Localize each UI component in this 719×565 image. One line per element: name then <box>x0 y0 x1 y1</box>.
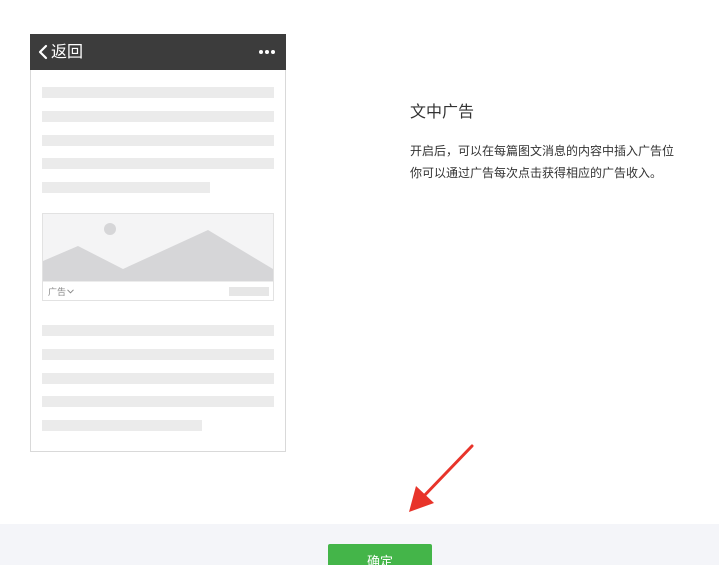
text-placeholder-line <box>42 87 274 98</box>
chevron-left-icon <box>38 44 48 60</box>
red-arrow-icon <box>409 444 474 512</box>
text-placeholder-line <box>42 111 274 122</box>
back-button[interactable]: 返回 <box>38 34 83 70</box>
text-placeholder-line <box>42 396 274 407</box>
description-line: 开启后，可以在每篇图文消息的内容中插入广告位 <box>410 144 675 158</box>
phone-preview: 返回 广告 <box>30 34 286 452</box>
text-placeholder-line <box>42 349 274 360</box>
feature-title: 文中广告 <box>410 102 475 121</box>
text-placeholder-line <box>42 373 274 384</box>
feature-description: 开启后，可以在每篇图文消息的内容中插入广告位 你可以通过广告每次点击获得相应的广… <box>410 140 674 184</box>
description-line: 你可以通过广告每次点击获得相应的广告收入。 <box>410 166 663 180</box>
more-button[interactable] <box>258 34 276 70</box>
text-placeholder-line <box>42 325 274 336</box>
ad-card: 广告 <box>42 213 274 301</box>
ad-settings-dialog: 返回 广告 文中广告 开启后，可以在每篇图文消息的内容中插入广告位 你可以通过广… <box>0 0 719 565</box>
ad-label-dropdown[interactable]: 广告 <box>48 285 74 298</box>
ad-footer: 广告 <box>43 281 273 300</box>
back-label: 返回 <box>51 42 84 61</box>
confirm-button[interactable]: 确定 <box>328 544 432 565</box>
ad-placeholder-bar <box>229 287 269 296</box>
chevron-down-icon <box>67 289 74 294</box>
ad-label: 广告 <box>48 288 67 298</box>
landscape-placeholder-icon <box>43 214 273 281</box>
text-placeholder-line <box>42 158 274 169</box>
text-placeholder-line <box>42 135 274 146</box>
dialog-footer: 确定 <box>0 524 719 565</box>
more-dots-icon <box>259 50 275 54</box>
phone-header: 返回 <box>30 34 286 70</box>
text-placeholder-line <box>42 182 210 193</box>
text-placeholder-line <box>42 420 202 431</box>
